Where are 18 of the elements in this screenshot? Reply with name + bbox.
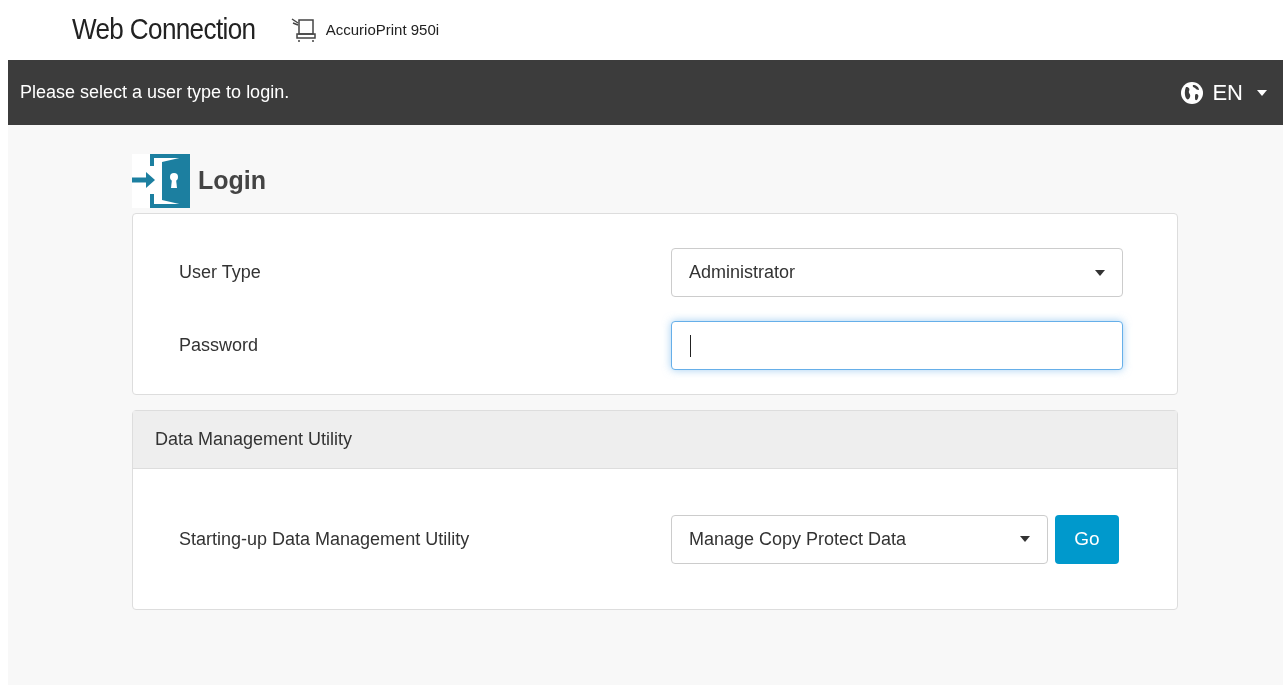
panel-title: Data Management Utility xyxy=(155,428,353,451)
field-label: User Type xyxy=(179,261,262,284)
printer-icon xyxy=(289,17,318,43)
user-type-select[interactable]: Administrator xyxy=(671,248,1123,297)
field-label: Starting-up Data Management Utility xyxy=(179,527,471,551)
login-door-icon xyxy=(132,154,190,208)
globe-icon xyxy=(1180,80,1205,105)
language-selector[interactable]: EN xyxy=(1180,76,1267,109)
login-heading: Login xyxy=(198,165,267,197)
device-name: AccurioPrint 950i xyxy=(325,19,440,40)
password-field[interactable] xyxy=(671,321,1123,370)
brand-title: Web Connection xyxy=(72,12,256,48)
utility-select[interactable]: Manage Copy Protect Data xyxy=(671,514,1048,564)
field-label: Password xyxy=(179,334,260,357)
caret-icon xyxy=(1020,536,1030,542)
caret-icon xyxy=(1095,269,1105,276)
instruction-text: Please select a user type to login. xyxy=(20,81,290,104)
caret-icon xyxy=(1257,89,1267,96)
